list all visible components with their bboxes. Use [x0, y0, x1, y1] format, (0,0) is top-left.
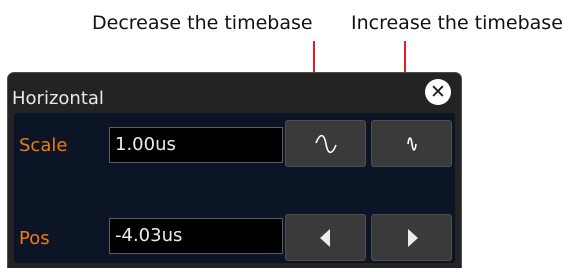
- scale-label: Scale: [19, 135, 68, 156]
- pos-value-field[interactable]: -4.03us: [109, 218, 283, 254]
- triangle-right-icon: [407, 228, 418, 247]
- position-left-button[interactable]: [285, 214, 366, 261]
- dialog-body: Scale 1.00us Pos -4.03us: [14, 113, 455, 263]
- narrow-sine-wave-icon: [406, 136, 417, 151]
- close-icon[interactable]: ✕: [425, 79, 451, 105]
- position-right-button[interactable]: [371, 214, 452, 261]
- increase-timebase-button[interactable]: [371, 120, 452, 167]
- horizontal-dialog: Horizontal ✕ Scale 1.00us Pos -4.03us: [7, 72, 462, 268]
- dialog-title: Horizontal: [12, 88, 104, 109]
- callout-increase-timebase: Increase the timebase: [351, 12, 563, 34]
- callout-decrease-timebase: Decrease the timebase: [92, 12, 313, 34]
- decrease-timebase-button[interactable]: [285, 120, 366, 167]
- pos-label: Pos: [19, 228, 50, 249]
- scale-value-field[interactable]: 1.00us: [109, 127, 283, 163]
- triangle-left-icon: [319, 228, 330, 247]
- wide-sine-wave-icon: [314, 134, 337, 153]
